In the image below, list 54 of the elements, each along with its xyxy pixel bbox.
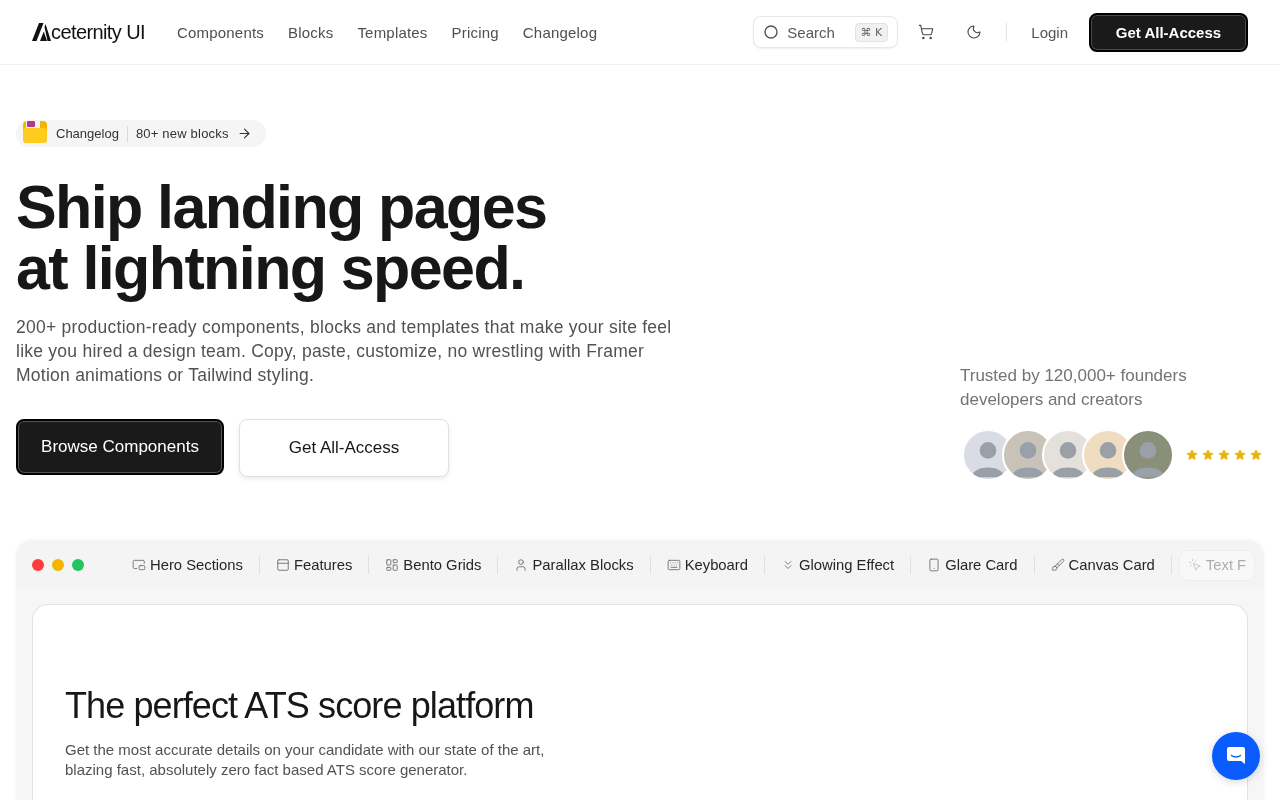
nav-link[interactable]: Pricing [451,23,499,41]
nav-link[interactable]: Components [176,23,264,41]
chat-icon [1225,745,1247,767]
login-link[interactable]: Login [1031,23,1068,41]
star-icon [1202,449,1214,461]
star-icon [1186,449,1198,461]
nav-link[interactable]: Templates [357,23,428,41]
search-placeholder: Search [787,23,835,41]
nav-link[interactable]: Blocks [288,23,334,41]
grid-icon [385,558,400,572]
panel-icon [275,558,290,572]
star-icon [1250,449,1262,461]
cart-icon [918,24,935,40]
preview-tab[interactable]: Canvas Card [1041,549,1164,581]
search-field[interactable]: Search ⌘ K [753,16,899,48]
window-icon [132,558,146,572]
window-dot-icon [72,559,84,571]
preview-tab[interactable]: Bento Grids [376,549,491,581]
phone-icon [927,558,942,572]
keyboard-icon [666,558,681,572]
preview-tab[interactable]: Parallax Blocks [505,549,643,581]
changelog-badge[interactable]: Changelog 80+ new blocks [16,120,266,147]
card-title: The perfect ATS score platform [65,685,535,727]
get-access-button[interactable]: Get All-Access [1089,12,1248,52]
user-icon [514,558,529,572]
preview-tab[interactable]: Keyboard [657,549,757,581]
search-icon [764,25,779,39]
theme-toggle[interactable] [966,24,983,40]
arrow-right-icon [236,126,252,141]
star-icon [1234,449,1246,461]
card-description: Get the most accurate details on your candidate with our state of the art, blazing fast, absolutely zero fact based ATS score generator. [65,740,546,780]
brush-icon [1050,558,1065,572]
trust-text: Trusted by 120,000+ founders developers and creators [960,365,1188,411]
brand-name[interactable]: ceternity UI [51,21,145,43]
folder-icon [22,117,48,144]
window-dot-icon [52,559,64,571]
logo-icon[interactable] [32,23,51,41]
badge-text: 80+ new blocks [135,126,229,141]
nav-link[interactable]: Changelog [522,23,598,41]
cart-button[interactable] [918,24,935,40]
preview-tab[interactable]: Hero Sections [123,549,252,581]
preview-tab[interactable]: Glare Card [918,549,1027,581]
preview-tab[interactable]: Glowing Effect [772,549,904,581]
window-dot-icon [32,559,44,571]
star-icon [1218,449,1230,461]
moon-icon [966,24,983,40]
get-access-button[interactable]: Get All-Access [239,419,449,477]
badge-label: Changelog [56,126,119,141]
shortcut-key: ⌘ K [854,22,889,42]
preview-tab[interactable]: Features [266,549,362,581]
pointer-click-icon [1187,558,1202,572]
hero-description: 200+ production-ready components, blocks and templates that make your site feel like you hired a design team. Copy, paste, customize, no wrestling with Framer Motion animations or Tailwind styling. [16,316,673,387]
chevrons-down-icon [781,558,795,572]
browse-button[interactable]: Browse Components [16,419,224,475]
